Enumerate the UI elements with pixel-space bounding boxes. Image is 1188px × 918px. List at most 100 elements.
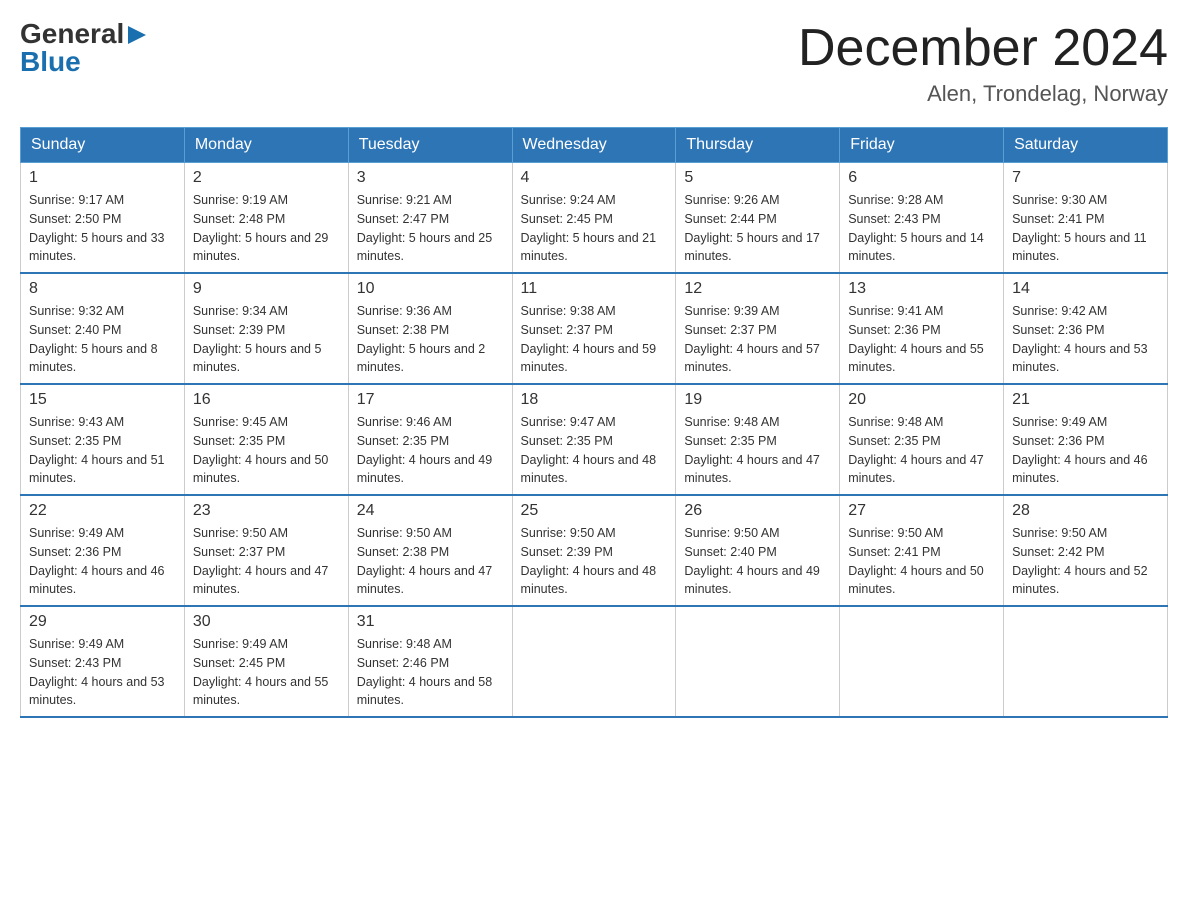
day-info: Sunrise: 9:50 AMSunset: 2:39 PMDaylight:…	[521, 524, 668, 599]
day-cell: 30 Sunrise: 9:49 AMSunset: 2:45 PMDaylig…	[184, 606, 348, 717]
day-cell: 12 Sunrise: 9:39 AMSunset: 2:37 PMDaylig…	[676, 273, 840, 384]
day-cell: 13 Sunrise: 9:41 AMSunset: 2:36 PMDaylig…	[840, 273, 1004, 384]
day-cell: 19 Sunrise: 9:48 AMSunset: 2:35 PMDaylig…	[676, 384, 840, 495]
day-info: Sunrise: 9:45 AMSunset: 2:35 PMDaylight:…	[193, 413, 340, 488]
day-info: Sunrise: 9:49 AMSunset: 2:43 PMDaylight:…	[29, 635, 176, 710]
day-number: 12	[684, 280, 831, 298]
day-number: 6	[848, 169, 995, 187]
header-thursday: Thursday	[676, 128, 840, 163]
day-cell: 18 Sunrise: 9:47 AMSunset: 2:35 PMDaylig…	[512, 384, 676, 495]
calendar-header-row: SundayMondayTuesdayWednesdayThursdayFrid…	[21, 128, 1168, 163]
day-number: 9	[193, 280, 340, 298]
day-number: 4	[521, 169, 668, 187]
day-number: 25	[521, 502, 668, 520]
week-row-3: 15 Sunrise: 9:43 AMSunset: 2:35 PMDaylig…	[21, 384, 1168, 495]
day-cell: 15 Sunrise: 9:43 AMSunset: 2:35 PMDaylig…	[21, 384, 185, 495]
day-cell: 28 Sunrise: 9:50 AMSunset: 2:42 PMDaylig…	[1004, 495, 1168, 606]
day-number: 24	[357, 502, 504, 520]
day-info: Sunrise: 9:41 AMSunset: 2:36 PMDaylight:…	[848, 302, 995, 377]
day-info: Sunrise: 9:50 AMSunset: 2:42 PMDaylight:…	[1012, 524, 1159, 599]
logo-general-text: General	[20, 20, 124, 48]
day-info: Sunrise: 9:32 AMSunset: 2:40 PMDaylight:…	[29, 302, 176, 377]
day-info: Sunrise: 9:30 AMSunset: 2:41 PMDaylight:…	[1012, 191, 1159, 266]
day-cell: 8 Sunrise: 9:32 AMSunset: 2:40 PMDayligh…	[21, 273, 185, 384]
logo-arrow-icon	[126, 24, 148, 46]
week-row-5: 29 Sunrise: 9:49 AMSunset: 2:43 PMDaylig…	[21, 606, 1168, 717]
day-info: Sunrise: 9:28 AMSunset: 2:43 PMDaylight:…	[848, 191, 995, 266]
week-row-4: 22 Sunrise: 9:49 AMSunset: 2:36 PMDaylig…	[21, 495, 1168, 606]
day-info: Sunrise: 9:49 AMSunset: 2:36 PMDaylight:…	[1012, 413, 1159, 488]
day-info: Sunrise: 9:39 AMSunset: 2:37 PMDaylight:…	[684, 302, 831, 377]
header-tuesday: Tuesday	[348, 128, 512, 163]
calendar-table: SundayMondayTuesdayWednesdayThursdayFrid…	[20, 127, 1168, 718]
day-number: 15	[29, 391, 176, 409]
day-cell: 21 Sunrise: 9:49 AMSunset: 2:36 PMDaylig…	[1004, 384, 1168, 495]
day-number: 30	[193, 613, 340, 631]
day-number: 20	[848, 391, 995, 409]
day-info: Sunrise: 9:50 AMSunset: 2:40 PMDaylight:…	[684, 524, 831, 599]
day-number: 26	[684, 502, 831, 520]
day-cell: 31 Sunrise: 9:48 AMSunset: 2:46 PMDaylig…	[348, 606, 512, 717]
page-header: General Blue December 2024 Alen, Trondel…	[20, 20, 1168, 107]
day-cell: 17 Sunrise: 9:46 AMSunset: 2:35 PMDaylig…	[348, 384, 512, 495]
day-cell	[512, 606, 676, 717]
day-info: Sunrise: 9:46 AMSunset: 2:35 PMDaylight:…	[357, 413, 504, 488]
header-sunday: Sunday	[21, 128, 185, 163]
day-cell: 9 Sunrise: 9:34 AMSunset: 2:39 PMDayligh…	[184, 273, 348, 384]
day-info: Sunrise: 9:26 AMSunset: 2:44 PMDaylight:…	[684, 191, 831, 266]
logo: General Blue	[20, 20, 148, 76]
day-number: 23	[193, 502, 340, 520]
day-cell	[840, 606, 1004, 717]
day-cell: 27 Sunrise: 9:50 AMSunset: 2:41 PMDaylig…	[840, 495, 1004, 606]
day-number: 8	[29, 280, 176, 298]
day-info: Sunrise: 9:50 AMSunset: 2:41 PMDaylight:…	[848, 524, 995, 599]
day-cell: 10 Sunrise: 9:36 AMSunset: 2:38 PMDaylig…	[348, 273, 512, 384]
day-cell: 7 Sunrise: 9:30 AMSunset: 2:41 PMDayligh…	[1004, 163, 1168, 274]
day-cell: 29 Sunrise: 9:49 AMSunset: 2:43 PMDaylig…	[21, 606, 185, 717]
day-cell: 3 Sunrise: 9:21 AMSunset: 2:47 PMDayligh…	[348, 163, 512, 274]
day-info: Sunrise: 9:42 AMSunset: 2:36 PMDaylight:…	[1012, 302, 1159, 377]
month-title: December 2024	[798, 20, 1168, 77]
day-cell: 11 Sunrise: 9:38 AMSunset: 2:37 PMDaylig…	[512, 273, 676, 384]
header-saturday: Saturday	[1004, 128, 1168, 163]
day-cell: 25 Sunrise: 9:50 AMSunset: 2:39 PMDaylig…	[512, 495, 676, 606]
day-info: Sunrise: 9:48 AMSunset: 2:35 PMDaylight:…	[684, 413, 831, 488]
day-cell: 5 Sunrise: 9:26 AMSunset: 2:44 PMDayligh…	[676, 163, 840, 274]
day-number: 28	[1012, 502, 1159, 520]
location-title: Alen, Trondelag, Norway	[798, 81, 1168, 107]
day-info: Sunrise: 9:24 AMSunset: 2:45 PMDaylight:…	[521, 191, 668, 266]
day-info: Sunrise: 9:34 AMSunset: 2:39 PMDaylight:…	[193, 302, 340, 377]
day-number: 17	[357, 391, 504, 409]
header-wednesday: Wednesday	[512, 128, 676, 163]
day-info: Sunrise: 9:47 AMSunset: 2:35 PMDaylight:…	[521, 413, 668, 488]
day-number: 22	[29, 502, 176, 520]
day-info: Sunrise: 9:43 AMSunset: 2:35 PMDaylight:…	[29, 413, 176, 488]
day-cell: 4 Sunrise: 9:24 AMSunset: 2:45 PMDayligh…	[512, 163, 676, 274]
day-info: Sunrise: 9:49 AMSunset: 2:36 PMDaylight:…	[29, 524, 176, 599]
day-cell	[1004, 606, 1168, 717]
day-info: Sunrise: 9:19 AMSunset: 2:48 PMDaylight:…	[193, 191, 340, 266]
logo-blue-text: Blue	[20, 48, 81, 76]
day-info: Sunrise: 9:17 AMSunset: 2:50 PMDaylight:…	[29, 191, 176, 266]
day-number: 13	[848, 280, 995, 298]
day-info: Sunrise: 9:21 AMSunset: 2:47 PMDaylight:…	[357, 191, 504, 266]
day-number: 21	[1012, 391, 1159, 409]
day-number: 16	[193, 391, 340, 409]
day-number: 19	[684, 391, 831, 409]
day-number: 10	[357, 280, 504, 298]
day-number: 1	[29, 169, 176, 187]
day-cell: 24 Sunrise: 9:50 AMSunset: 2:38 PMDaylig…	[348, 495, 512, 606]
day-number: 29	[29, 613, 176, 631]
day-cell: 16 Sunrise: 9:45 AMSunset: 2:35 PMDaylig…	[184, 384, 348, 495]
header-monday: Monday	[184, 128, 348, 163]
day-number: 27	[848, 502, 995, 520]
day-number: 18	[521, 391, 668, 409]
day-info: Sunrise: 9:36 AMSunset: 2:38 PMDaylight:…	[357, 302, 504, 377]
week-row-2: 8 Sunrise: 9:32 AMSunset: 2:40 PMDayligh…	[21, 273, 1168, 384]
day-number: 14	[1012, 280, 1159, 298]
day-info: Sunrise: 9:50 AMSunset: 2:38 PMDaylight:…	[357, 524, 504, 599]
day-number: 3	[357, 169, 504, 187]
header-friday: Friday	[840, 128, 1004, 163]
day-cell: 2 Sunrise: 9:19 AMSunset: 2:48 PMDayligh…	[184, 163, 348, 274]
week-row-1: 1 Sunrise: 9:17 AMSunset: 2:50 PMDayligh…	[21, 163, 1168, 274]
